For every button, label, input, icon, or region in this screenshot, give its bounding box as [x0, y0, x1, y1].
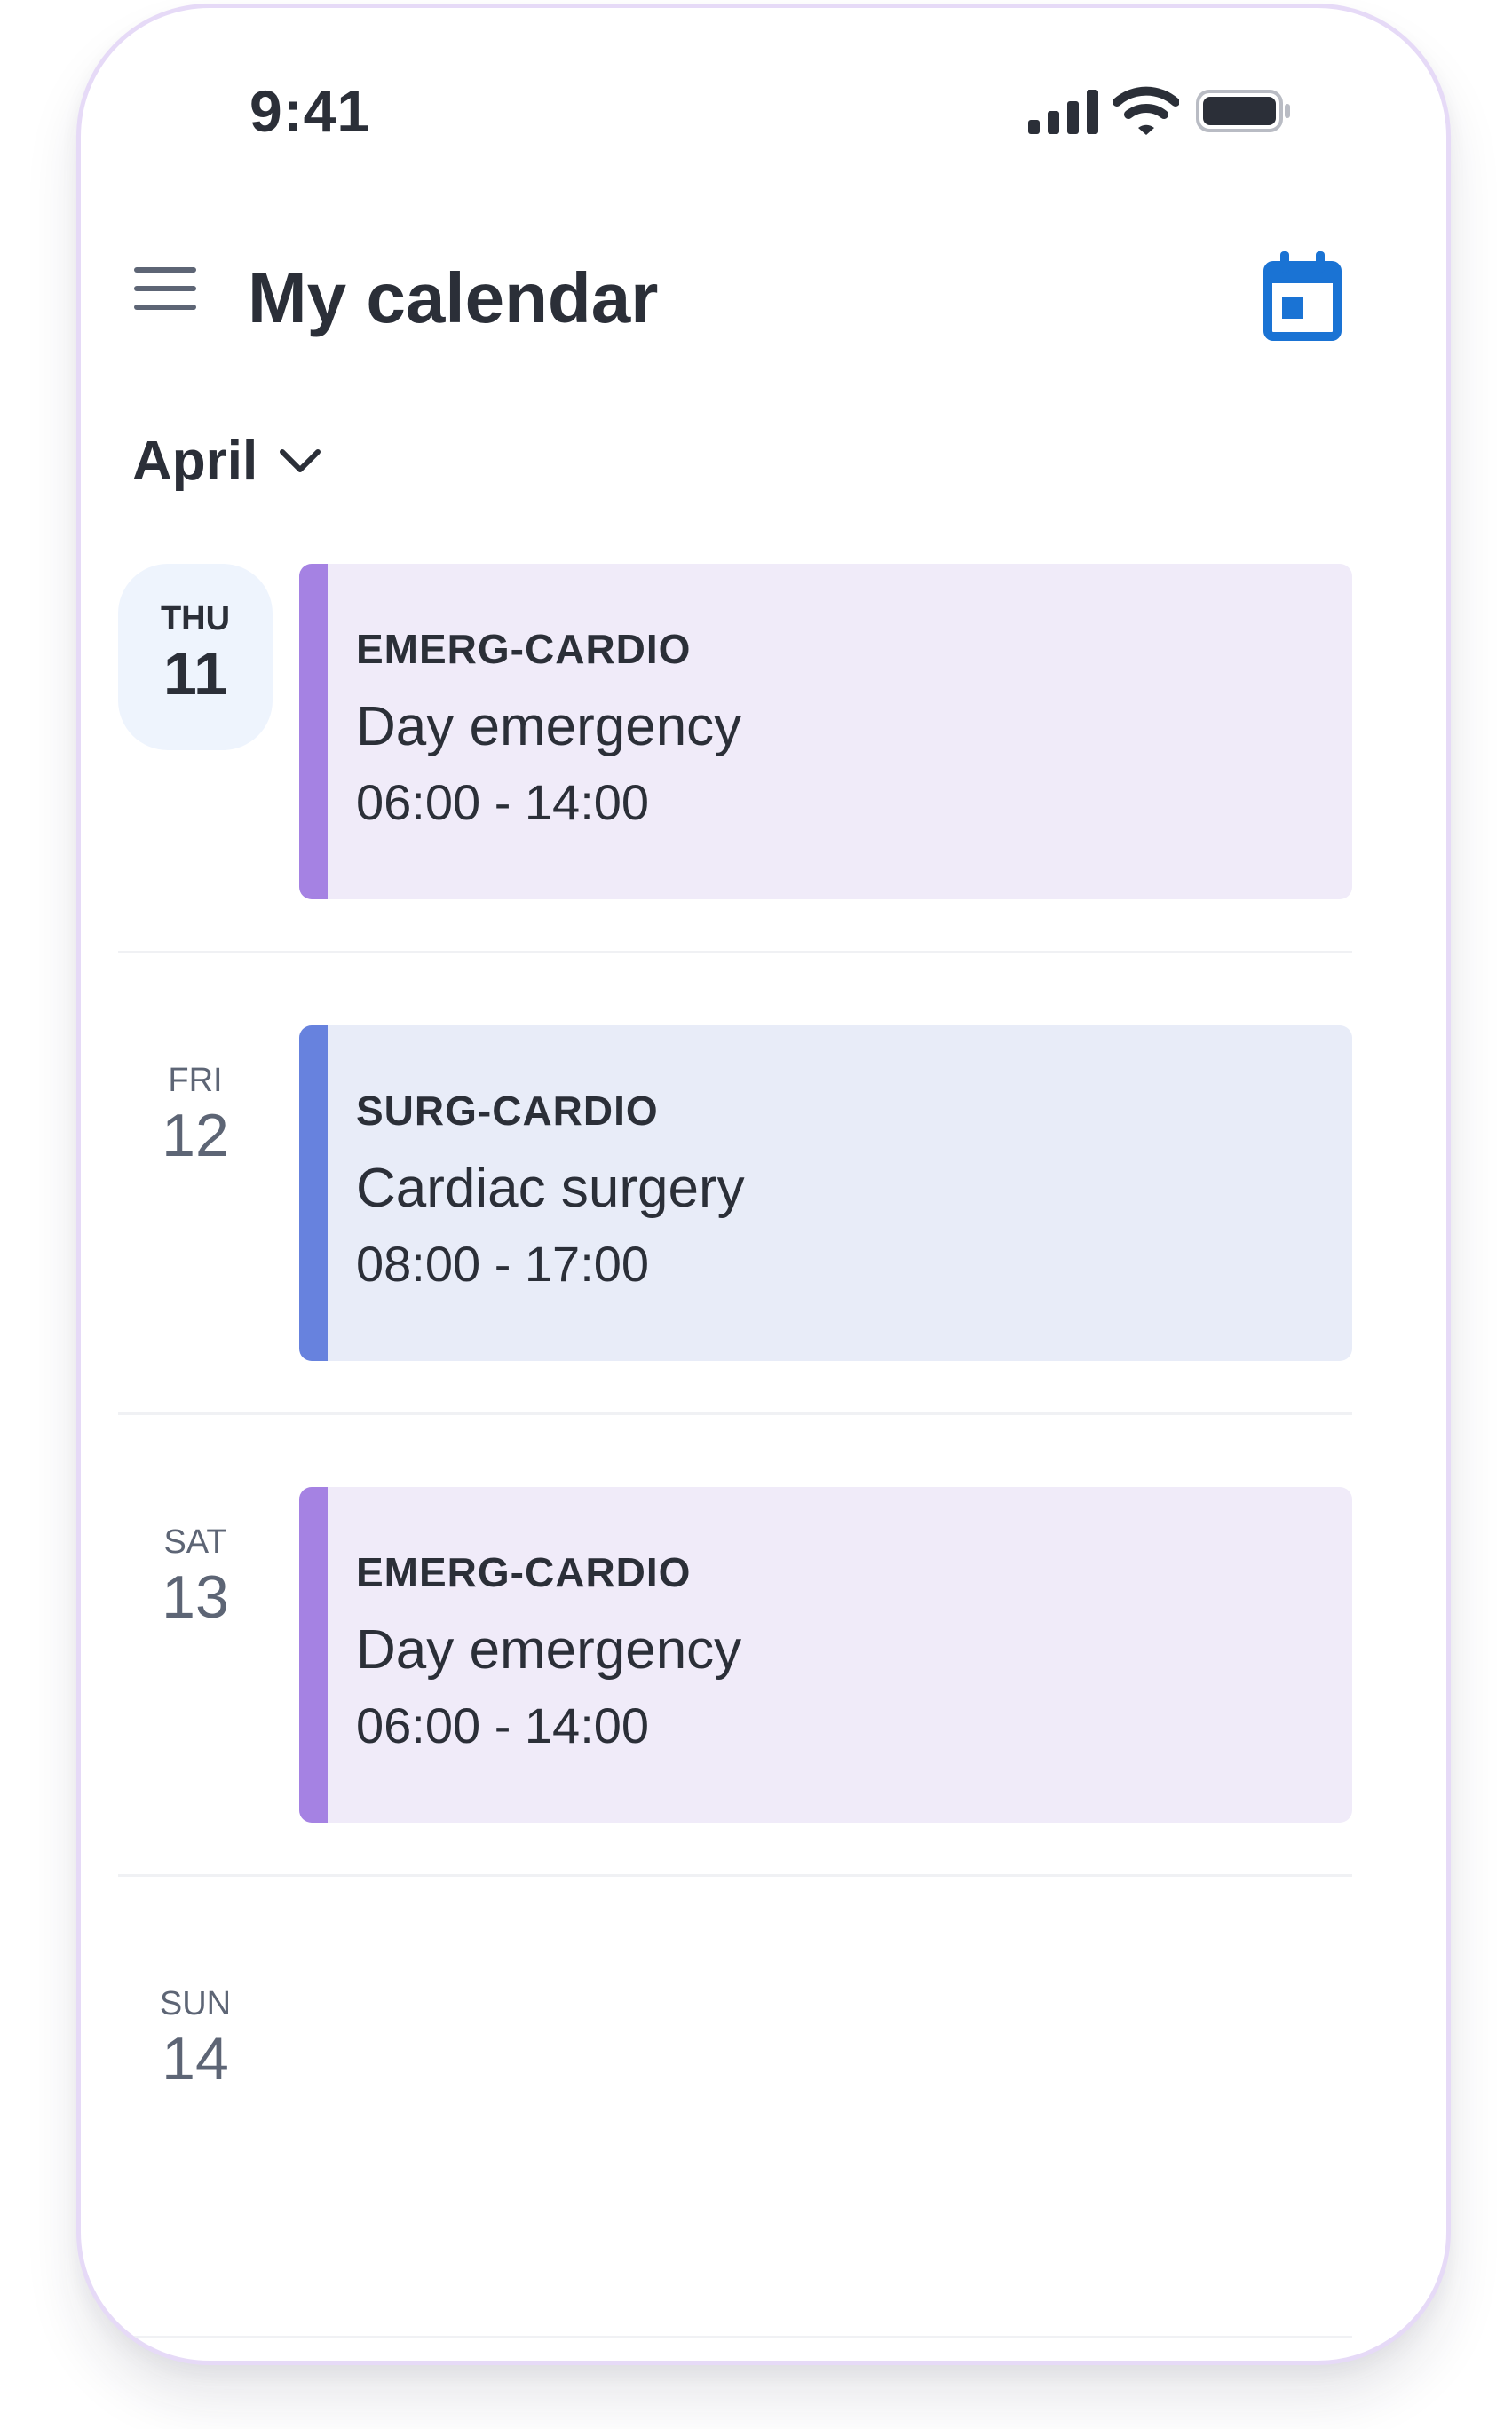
weekday-label: SAT — [163, 1523, 227, 1561]
day-number: 11 — [163, 640, 227, 708]
month-selector[interactable]: April — [132, 423, 323, 498]
weekday-label: THU — [160, 600, 231, 637]
date-badge[interactable]: FRI 12 — [118, 1025, 273, 1212]
hamburger-menu-icon[interactable] — [134, 258, 200, 315]
divider — [118, 951, 1352, 953]
wifi-icon — [1113, 86, 1179, 135]
divider — [118, 1412, 1352, 1415]
event-card[interactable]: EMERG-CARDIO Day emergency 06:00 - 14:00 — [299, 1487, 1352, 1823]
weekday-label: SUN — [159, 1985, 232, 2022]
event-time: 06:00 - 14:00 — [356, 1697, 650, 1753]
month-label: April — [132, 430, 258, 492]
day-number: 13 — [162, 1563, 229, 1631]
date-badge[interactable]: SAT 13 — [118, 1487, 273, 1673]
calendar-icon[interactable] — [1263, 249, 1342, 342]
divider — [118, 2336, 1352, 2338]
status-time: 9:41 — [249, 78, 371, 144]
screen: 9:41 My calendar April THU 11 EMERG-CARD… — [0, 0, 1512, 2429]
event-code: SURG-CARDIO — [356, 1088, 659, 1134]
divider — [118, 1874, 1352, 1877]
event-color-bar — [299, 1487, 328, 1823]
weekday-label: FRI — [168, 1062, 223, 1099]
event-code: EMERG-CARDIO — [356, 626, 692, 672]
event-time: 06:00 - 14:00 — [356, 774, 650, 830]
event-time: 08:00 - 17:00 — [356, 1236, 650, 1292]
event-color-bar — [299, 564, 328, 899]
chevron-down-icon — [280, 449, 321, 472]
event-title: Cardiac surgery — [356, 1158, 745, 1219]
battery-icon — [1196, 90, 1290, 132]
event-card[interactable]: SURG-CARDIO Cardiac surgery 08:00 - 17:0… — [299, 1025, 1352, 1361]
date-badge-today[interactable]: THU 11 — [118, 564, 273, 750]
day-number: 12 — [162, 1102, 229, 1169]
event-code: EMERG-CARDIO — [356, 1549, 692, 1595]
event-title: Day emergency — [356, 1619, 742, 1681]
day-number: 14 — [162, 2025, 229, 2093]
event-color-bar — [299, 1025, 328, 1361]
date-badge[interactable]: SUN 14 — [118, 1949, 273, 2135]
event-title: Day emergency — [356, 696, 742, 757]
event-card[interactable]: EMERG-CARDIO Day emergency 06:00 - 14:00 — [299, 564, 1352, 899]
page-title: My calendar — [248, 258, 659, 337]
phone-frame: 9:41 My calendar April THU 11 EMERG-CARD… — [76, 4, 1451, 2365]
cellular-signal-icon — [1028, 88, 1099, 134]
